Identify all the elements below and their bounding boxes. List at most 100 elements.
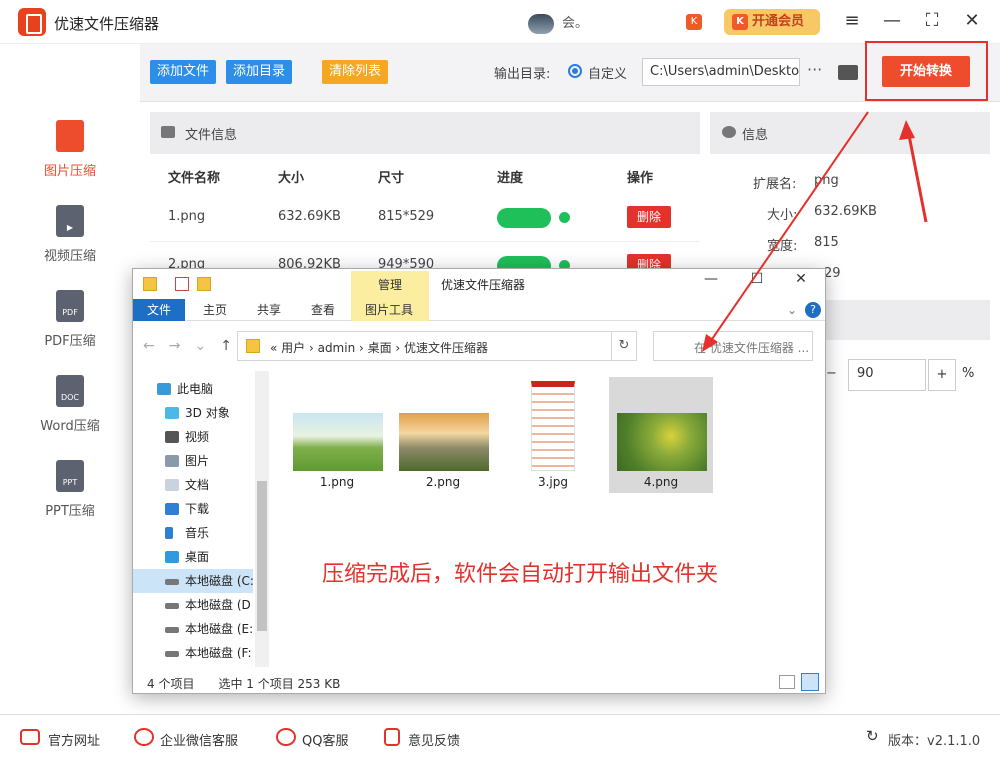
quality-input[interactable]: 90 bbox=[848, 359, 926, 391]
quality-percent-label: % bbox=[962, 366, 975, 381]
annotation-text: 压缩完成后，软件会自动打开输出文件夹 bbox=[322, 562, 719, 587]
table-row[interactable]: 1.png 632.69KB 815*529 删除 bbox=[150, 194, 700, 242]
tab-home[interactable]: 主页 bbox=[189, 299, 241, 321]
large-icons-view-icon[interactable] bbox=[801, 673, 819, 691]
refresh-icon[interactable]: ↻ bbox=[866, 727, 879, 745]
maximize-icon[interactable]: ☐ bbox=[745, 271, 769, 287]
drive-icon bbox=[165, 651, 179, 657]
file-item-selected[interactable]: 4.png bbox=[609, 377, 713, 493]
info-header: 信息 bbox=[710, 112, 990, 154]
tab-share[interactable]: 共享 bbox=[243, 299, 295, 321]
file-item[interactable]: 2.png bbox=[391, 377, 495, 493]
nav-item-music[interactable]: 音乐 bbox=[133, 521, 253, 545]
user-name: 会。 bbox=[562, 16, 589, 31]
image-file-icon bbox=[56, 120, 84, 152]
sidebar-item-image[interactable]: 图片压缩 bbox=[0, 120, 140, 200]
address-bar[interactable]: « 用户 › admin › 桌面 › 优速文件压缩器 bbox=[237, 331, 637, 361]
minimize-icon[interactable]: — bbox=[880, 10, 904, 31]
vip-label: 开通会员 bbox=[752, 14, 805, 29]
vip-icon: K bbox=[732, 14, 748, 30]
nav-item-this-pc[interactable]: 此电脑 bbox=[133, 377, 253, 401]
nav-item-desktop[interactable]: 桌面 bbox=[133, 545, 253, 569]
tab-view[interactable]: 查看 bbox=[297, 299, 349, 321]
tab-picture-tools[interactable]: 图片工具 bbox=[351, 299, 429, 321]
menu-icon[interactable]: ≡ bbox=[840, 10, 864, 31]
delete-button[interactable]: 删除 bbox=[627, 206, 671, 228]
picture-icon bbox=[165, 455, 179, 467]
nav-item-downloads[interactable]: 下载 bbox=[133, 497, 253, 521]
output-path-input[interactable]: C:\Users\admin\Deskto bbox=[642, 58, 800, 86]
nav-item-drive-d[interactable]: 本地磁盘 (D bbox=[133, 593, 253, 617]
drive-icon bbox=[165, 603, 179, 609]
maximize-icon[interactable]: ⛶ bbox=[920, 10, 944, 31]
user-account[interactable]: 会。 bbox=[528, 12, 588, 34]
nav-item-pictures[interactable]: 图片 bbox=[133, 449, 253, 473]
scrollbar-thumb[interactable] bbox=[257, 481, 267, 631]
download-icon bbox=[165, 503, 179, 515]
breadcrumb: « 用户 › admin › 桌面 › 优速文件压缩器 bbox=[270, 341, 489, 355]
view-toggle[interactable] bbox=[779, 673, 821, 691]
custom-radio[interactable] bbox=[568, 64, 582, 78]
qq-service-link[interactable]: QQ客服 bbox=[302, 730, 348, 749]
folder-icon[interactable] bbox=[838, 65, 858, 80]
quality-minus-button[interactable]: − bbox=[826, 366, 837, 381]
nav-buttons[interactable]: ←→⌄↑ bbox=[143, 338, 246, 354]
video-icon bbox=[165, 431, 179, 443]
quality-plus-button[interactable]: + bbox=[928, 359, 956, 391]
refresh-button[interactable]: ↻ bbox=[611, 331, 637, 361]
nav-label: 桌面 bbox=[185, 550, 210, 564]
sidebar-item-ppt[interactable]: PPT PPT压缩 bbox=[0, 460, 140, 540]
nav-item-drive-e[interactable]: 本地磁盘 (E: bbox=[133, 617, 253, 641]
drive-icon bbox=[165, 579, 179, 585]
add-file-button[interactable]: 添加文件 bbox=[150, 60, 217, 84]
close-icon[interactable]: ✕ bbox=[960, 10, 984, 31]
sidebar-item-video[interactable]: ▶ 视频压缩 bbox=[0, 205, 140, 285]
new-folder-icon[interactable] bbox=[197, 277, 211, 291]
vip-button[interactable]: K 开通会员 bbox=[724, 9, 820, 35]
properties-icon[interactable] bbox=[175, 277, 189, 291]
nav-item-drive-c[interactable]: 本地磁盘 (C: bbox=[133, 569, 253, 593]
progress-bar bbox=[497, 208, 551, 228]
wechat-service-link[interactable]: 企业微信客服 bbox=[160, 730, 238, 749]
custom-radio-label: 自定义 bbox=[588, 67, 628, 82]
sidebar-item-label: PPT压缩 bbox=[45, 504, 95, 519]
tab-manage[interactable]: 管理 bbox=[351, 271, 429, 299]
sidebar-item-word[interactable]: DOC Word压缩 bbox=[0, 375, 140, 455]
doc-file-icon: DOC bbox=[56, 375, 84, 407]
search-input[interactable]: 在 优速文件压缩器 ... bbox=[653, 331, 813, 361]
file-item[interactable]: 3.jpg bbox=[501, 377, 605, 493]
nav-item-3d[interactable]: 3D 对象 bbox=[133, 401, 253, 425]
nav-scrollbar[interactable] bbox=[255, 371, 269, 667]
file-explorer-window[interactable]: 管理 优速文件压缩器 — ☐ ✕ 文件 主页 共享 查看 图片工具 ⌄ ? ←→… bbox=[132, 268, 826, 694]
width-label: 宽度: bbox=[767, 239, 798, 254]
file-info-title: 文件信息 bbox=[185, 128, 238, 143]
column-header: 文件名称 bbox=[168, 171, 221, 186]
add-directory-button[interactable]: 添加目录 bbox=[226, 60, 293, 84]
check-icon bbox=[559, 212, 570, 223]
nav-item-documents[interactable]: 文档 bbox=[133, 473, 253, 497]
feedback-link[interactable]: 意见反馈 bbox=[408, 730, 460, 749]
file-name: 4.png bbox=[643, 475, 679, 489]
more-options-button[interactable]: ··· bbox=[807, 60, 822, 79]
ext-value: png bbox=[814, 173, 839, 188]
minimize-icon[interactable]: — bbox=[699, 271, 723, 287]
file-item[interactable]: 1.png bbox=[285, 377, 389, 493]
clear-list-button[interactable]: 清除列表 bbox=[322, 60, 389, 84]
qq-icon bbox=[276, 728, 296, 746]
close-icon[interactable]: ✕ bbox=[789, 271, 813, 287]
nav-item-videos[interactable]: 视频 bbox=[133, 425, 253, 449]
nav-item-drive-f[interactable]: 本地磁盘 (F: bbox=[133, 641, 253, 665]
nav-label: 文档 bbox=[185, 478, 210, 492]
image-thumbnail bbox=[617, 413, 707, 471]
nav-label: 本地磁盘 (D bbox=[185, 598, 251, 612]
nav-label: 本地磁盘 (F: bbox=[185, 646, 252, 660]
website-link[interactable]: 官方网址 bbox=[48, 730, 100, 749]
sidebar-item-pdf[interactable]: PDF PDF压缩 bbox=[0, 290, 140, 370]
wechat-icon bbox=[134, 728, 154, 746]
tab-file[interactable]: 文件 bbox=[133, 299, 186, 321]
title-bar: 优速文件压缩器 会。 K K 开通会员 ≡ — ⛶ ✕ bbox=[0, 0, 1000, 44]
height-value: 29 bbox=[824, 266, 841, 281]
size-value: 632.69KB bbox=[814, 204, 877, 219]
details-view-icon[interactable] bbox=[779, 675, 795, 689]
help-icon[interactable]: ? bbox=[805, 302, 821, 318]
